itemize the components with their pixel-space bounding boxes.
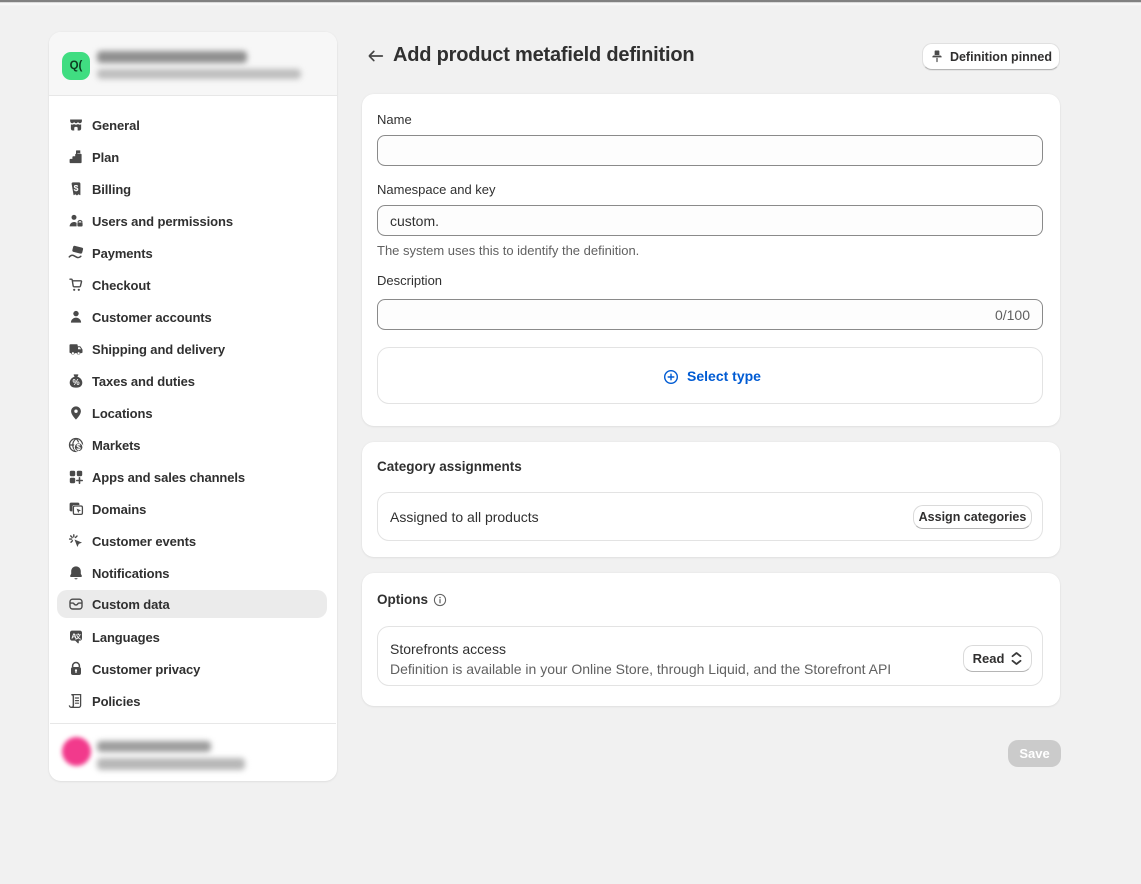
svg-text:$: $	[74, 183, 79, 193]
svg-text:$: $	[76, 443, 81, 452]
svg-text:%: %	[72, 378, 79, 387]
svg-text:文: 文	[74, 633, 82, 641]
